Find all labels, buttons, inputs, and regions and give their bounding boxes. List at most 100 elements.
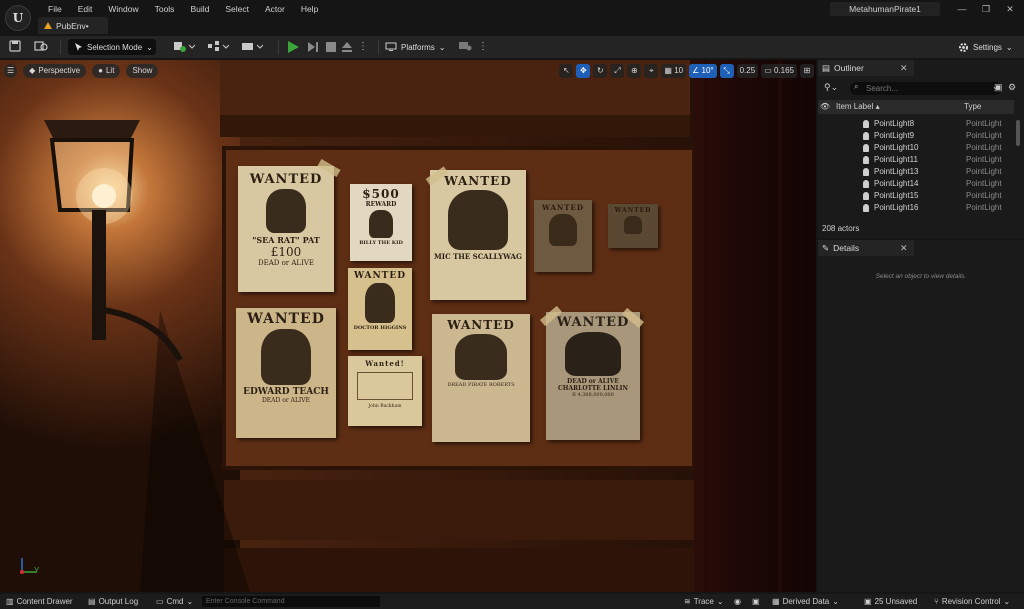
light-bulb-icon (863, 144, 869, 152)
visibility-column-icon[interactable]: 👁 (818, 100, 832, 114)
content-browser-icon[interactable] (34, 40, 48, 54)
wanted-poster-edward-teach[interactable]: WANTED EDWARD TEACH DEAD or ALIVE (236, 308, 336, 438)
skip-forward-icon[interactable] (306, 40, 320, 54)
viewport-layout-icon[interactable]: ⊞ (800, 64, 814, 78)
list-item[interactable]: PointLight10 PointLight (818, 142, 1014, 154)
chevron-down-icon: ⌄ (716, 597, 724, 606)
minimize-button[interactable]: — (952, 2, 972, 16)
lit-dropdown[interactable]: ● Lit (92, 64, 121, 78)
gear-icon (959, 42, 968, 52)
cinematics-icon[interactable] (240, 40, 264, 54)
translate-tool-icon[interactable]: ✥ (576, 64, 591, 78)
menu-help[interactable]: Help (293, 2, 326, 16)
row-label: PointLight16 (874, 203, 919, 212)
camera-speed-button[interactable]: ▭ 0.165 (761, 64, 797, 78)
outliner-search-input[interactable]: Search... (850, 82, 1002, 95)
selection-mode-dropdown[interactable]: Selection Mode ⌄ (68, 39, 156, 55)
content-drawer-button[interactable]: ▥ Content Drawer (6, 595, 73, 608)
wanted-poster-mic-the-scallywag[interactable]: WANTED MIC THE SCALLYWAG (430, 170, 526, 300)
list-item[interactable]: PointLight8 PointLight (818, 118, 1014, 130)
settings-dropdown[interactable]: Settings ⌄ (958, 39, 1013, 55)
wanted-poster-small[interactable]: WANTED (608, 204, 658, 248)
wanted-poster-sea-rat-pat[interactable]: WANTED "SEA RAT" PAT £100 DEAD or ALIVE (238, 166, 334, 292)
capture-icon[interactable]: ▣ (752, 595, 760, 608)
unsaved-button[interactable]: ▣ 25 Unsaved (864, 595, 917, 608)
play-options-icon[interactable]: ⋮ (358, 40, 368, 54)
poster-name: CHARLOTTE LINLIN (558, 385, 628, 392)
list-item[interactable]: PointLight15 PointLight (818, 190, 1014, 202)
menu-build[interactable]: Build (182, 2, 217, 16)
close-icon[interactable]: ✕ (900, 243, 908, 254)
menu-select[interactable]: Select (217, 2, 257, 16)
blueprints-icon[interactable] (206, 40, 230, 54)
derived-data-dropdown[interactable]: ▦ Derived Data ⌄ (772, 595, 839, 608)
new-folder-icon[interactable]: ▣ (994, 82, 1003, 93)
type-column-header[interactable]: Type (960, 100, 1014, 114)
revision-control-dropdown[interactable]: ⑂ Revision Control ⌄ (934, 595, 1010, 608)
grid-snap-value: 10 (674, 66, 684, 75)
poster-title: WANTED (542, 203, 584, 212)
save-icon[interactable] (8, 40, 22, 54)
rotate-tool-icon[interactable]: ↻ (593, 64, 608, 78)
world-space-icon[interactable]: ⊕ (627, 64, 642, 78)
list-item[interactable]: PointLight11 PointLight (818, 154, 1014, 166)
cmd-dropdown[interactable]: ▭ Cmd ⌄ (156, 595, 193, 608)
maximize-button[interactable]: ❐ (976, 2, 996, 16)
viewport-menu-icon[interactable]: ☰ (4, 64, 18, 78)
trace-dropdown[interactable]: ≋ Trace ⌄ (684, 595, 724, 608)
scale-snap-value[interactable]: 0.25 (736, 64, 759, 78)
platforms-dropdown[interactable]: Platforms ⌄ (385, 39, 446, 55)
select-tool-icon[interactable]: ↖ (559, 64, 574, 78)
item-label-column-header[interactable]: Item Label ▴ (832, 100, 960, 114)
filter-icon[interactable]: ⚲⌄ (824, 82, 838, 93)
menu-window[interactable]: Window (100, 2, 146, 16)
scale-tool-icon[interactable]: ⤢ (610, 64, 625, 78)
level-viewport[interactable]: WANTED "SEA RAT" PAT £100 DEAD or ALIVE … (0, 60, 816, 592)
wanted-poster-john-buckham[interactable]: Wanted! John Buckham (348, 356, 422, 426)
more-options-icon[interactable]: ⋮ (478, 40, 488, 54)
play-button[interactable] (286, 40, 300, 54)
poster-subtitle: DEAD or ALIVE (261, 397, 311, 404)
record-icon[interactable]: ◉ (734, 595, 741, 608)
scale-snap-button[interactable]: ⤡ (719, 64, 734, 78)
eject-icon[interactable] (340, 40, 354, 54)
platforms-icon (385, 42, 397, 51)
close-icon[interactable]: ✕ (900, 63, 908, 74)
menu-actor[interactable]: Actor (257, 2, 293, 16)
row-label: PointLight14 (874, 179, 919, 188)
grid-snap-button[interactable]: ▦ 10 (661, 64, 687, 78)
close-window-button[interactable]: ✕ (1000, 2, 1020, 16)
list-item[interactable]: PointLight14 PointLight (818, 178, 1014, 190)
menu-bar: File Edit Window Tools Build Select Acto… (40, 2, 326, 16)
add-actor-icon[interactable] (172, 40, 196, 54)
output-log-button[interactable]: ▤ Output Log (88, 595, 138, 608)
reward-poster-billy-the-kid[interactable]: $500 REWARD BILLY THE KID (350, 184, 412, 261)
portrait-image (357, 372, 413, 400)
wanted-poster-charlotte-linlin[interactable]: WANTED DEAD or ALIVE CHARLOTTE LINLIN B … (546, 312, 640, 440)
rotation-snap-button[interactable]: ∠ 10° (689, 64, 717, 78)
menu-tools[interactable]: Tools (147, 2, 183, 16)
toolbar-separator (378, 40, 379, 54)
toolbar-separator (278, 40, 279, 54)
outliner-scrollbar[interactable] (1016, 120, 1020, 146)
list-item[interactable]: PointLight9 PointLight (818, 130, 1014, 142)
show-dropdown[interactable]: Show (126, 64, 159, 78)
selection-mode-icon (75, 43, 82, 51)
list-item[interactable]: PointLight16 PointLight (818, 202, 1014, 214)
unreal-logo-icon[interactable]: U (5, 5, 31, 31)
wanted-poster-doctor-higgins[interactable]: WANTED DOCTOR HIGGINS (348, 268, 412, 350)
surface-snap-icon[interactable]: ⌖ (644, 64, 659, 78)
list-item[interactable]: PointLight13 PointLight (818, 166, 1014, 178)
menu-file[interactable]: File (40, 2, 70, 16)
settings-icon[interactable]: ⚙ (1008, 82, 1016, 93)
content-drawer-icon: ▥ (6, 597, 14, 606)
wanted-poster-dread-pirate-roberts[interactable]: WANTED DREAD PIRATE ROBERTS (432, 314, 530, 442)
poster-subtitle: REWARD (365, 201, 397, 208)
perspective-dropdown[interactable]: ◆ Perspective (23, 64, 87, 78)
menu-edit[interactable]: Edit (70, 2, 101, 16)
stop-icon[interactable] (324, 40, 338, 54)
wanted-poster-faded[interactable]: WANTED (534, 200, 592, 272)
platform-settings-icon[interactable] (458, 40, 472, 54)
level-tab[interactable]: PubEnv• (38, 17, 108, 34)
console-command-input[interactable]: Enter Console Command (202, 596, 380, 607)
